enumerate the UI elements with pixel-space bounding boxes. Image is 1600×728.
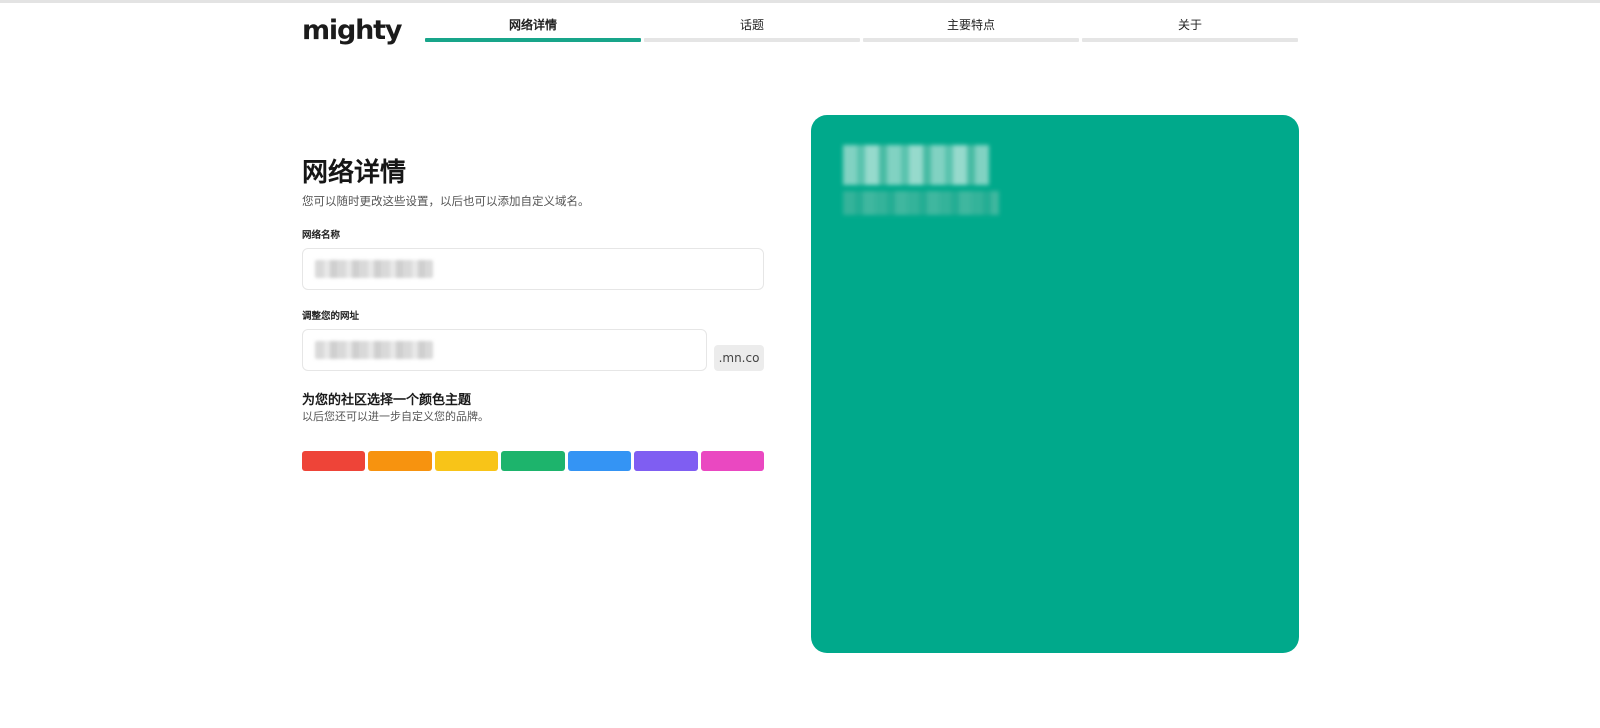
step-network-details[interactable]: 网络详情 (425, 16, 641, 42)
step-label: 主要特点 (946, 18, 995, 32)
step-progress-nav: 网络详情 话题 主要特点 关于 (425, 16, 1298, 42)
step-progress-bar (425, 38, 641, 42)
network-name-label: 网络名称 (302, 230, 341, 241)
step-progress-bar (1082, 38, 1298, 42)
url-label: 调整您的网址 (302, 311, 360, 322)
url-row: .mn.co (302, 329, 764, 371)
swatch-orange[interactable] (368, 451, 432, 471)
color-swatches (302, 451, 764, 471)
network-preview-panel (811, 115, 1299, 653)
redacted-preview-subtitle (843, 191, 999, 215)
network-name-input[interactable] (302, 248, 764, 290)
theme-title: 为您的社区选择一个颜色主题 (302, 393, 472, 408)
redacted-preview-title (843, 145, 989, 185)
swatch-red[interactable] (302, 451, 366, 471)
step-progress-bar (644, 38, 860, 42)
swatch-blue[interactable] (567, 451, 632, 471)
mighty-logo[interactable]: mighty (302, 14, 402, 48)
step-progress-bar (863, 38, 1079, 42)
header: mighty 网络详情 话题 主要特点 关于 (302, 0, 1298, 50)
swatch-purple[interactable] (634, 451, 698, 471)
theme-subtitle: 以后您还可以进一步自定义您的品牌。 (302, 410, 489, 423)
domain-suffix: .mn.co (714, 345, 764, 371)
step-about[interactable]: 关于 (1082, 16, 1298, 42)
redacted-url (315, 341, 433, 359)
network-details-form: 网络详情 您可以随时更改这些设置，以后也可以添加自定义域名。 网络名称 调整您的… (302, 155, 764, 471)
redacted-network-name (315, 260, 433, 278)
swatch-green[interactable] (501, 451, 565, 471)
page-subtitle: 您可以随时更改这些设置，以后也可以添加自定义域名。 (302, 194, 590, 208)
page-title: 网络详情 (302, 158, 407, 188)
step-label: 网络详情 (508, 18, 557, 32)
swatch-yellow[interactable] (434, 451, 499, 471)
step-label: 关于 (1177, 18, 1202, 32)
step-label: 话题 (739, 18, 764, 32)
step-topics[interactable]: 话题 (644, 16, 860, 42)
step-main-features[interactable]: 主要特点 (863, 16, 1079, 42)
url-input[interactable] (302, 329, 707, 371)
swatch-pink[interactable] (700, 451, 764, 471)
